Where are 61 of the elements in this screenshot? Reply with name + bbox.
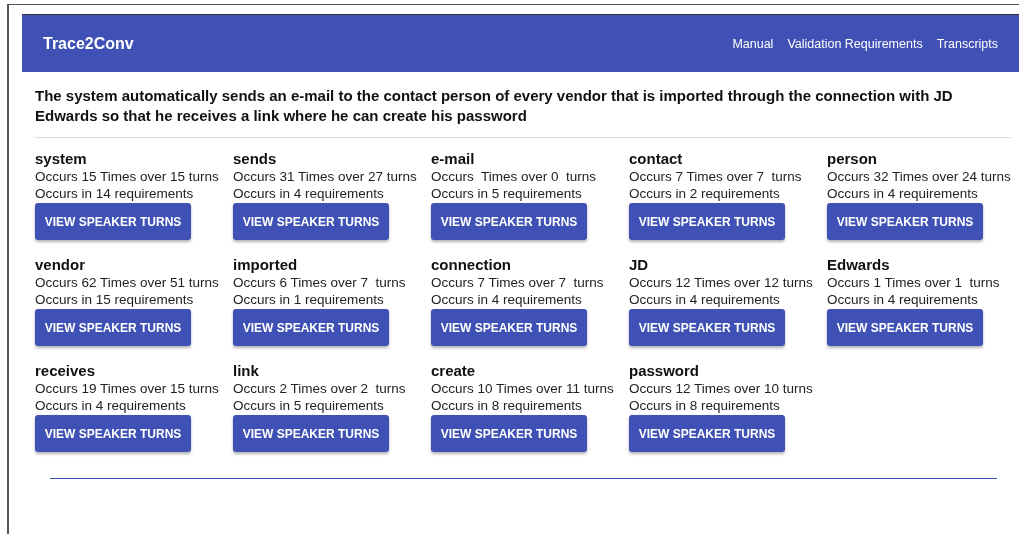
view-speaker-turns-button[interactable]: VIEW SPEAKER TURNS bbox=[827, 203, 983, 240]
view-speaker-turns-button[interactable]: VIEW SPEAKER TURNS bbox=[431, 415, 587, 452]
requirement-count: Occurs in 8 requirements bbox=[629, 397, 781, 414]
requirement-count: Occurs in 4 requirements bbox=[35, 397, 187, 414]
requirement-count: Occurs in 14 requirements bbox=[35, 185, 195, 202]
nav-link[interactable]: Transcripts bbox=[936, 36, 998, 51]
view-speaker-turns-button[interactable]: VIEW SPEAKER TURNS bbox=[233, 309, 389, 346]
word-title: person bbox=[827, 150, 877, 168]
word-title: link bbox=[233, 362, 259, 380]
view-speaker-turns-button[interactable]: VIEW SPEAKER TURNS bbox=[629, 415, 785, 452]
occurrence-count: Occurs 7 Times over 7 turns bbox=[629, 168, 803, 185]
view-speaker-turns-button[interactable]: VIEW SPEAKER TURNS bbox=[431, 309, 587, 346]
requirement-count: Occurs in 5 requirements bbox=[431, 185, 583, 202]
word-title: connection bbox=[431, 256, 511, 274]
requirement-count: Occurs in 4 requirements bbox=[431, 291, 583, 308]
requirement-count: Occurs in 5 requirements bbox=[233, 397, 385, 414]
view-speaker-turns-button[interactable]: VIEW SPEAKER TURNS bbox=[233, 415, 389, 452]
occurrence-count: Occurs 12 Times over 12 turns bbox=[629, 274, 813, 291]
occurrence-count: Occurs 19 Times over 15 turns bbox=[35, 380, 219, 397]
occurrence-count: Occurs 32 Times over 24 turns bbox=[827, 168, 1011, 185]
occurrence-count: Occurs 7 Times over 7 turns bbox=[431, 274, 605, 291]
requirement-count: Occurs in 4 requirements bbox=[233, 185, 385, 202]
occurrence-count: Occurs 12 Times over 10 turns bbox=[629, 380, 813, 397]
word-title: vendor bbox=[35, 256, 85, 274]
occurrence-count: Occurs 62 Times over 51 turns bbox=[35, 274, 219, 291]
occurrence-count: Occurs 1 Times over 1 turns bbox=[827, 274, 1001, 291]
word-title: imported bbox=[233, 256, 298, 274]
requirement-count: Occurs in 4 requirements bbox=[629, 291, 781, 308]
requirement-count: Occurs in 15 requirements bbox=[35, 291, 195, 308]
view-speaker-turns-button[interactable]: VIEW SPEAKER TURNS bbox=[35, 309, 191, 346]
word-title: receives bbox=[35, 362, 96, 380]
view-speaker-turns-button[interactable]: VIEW SPEAKER TURNS bbox=[629, 203, 785, 240]
occurrence-count: Occurs Times over 0 turns bbox=[431, 168, 598, 185]
word-title: system bbox=[35, 150, 87, 168]
app-title: Trace2Conv bbox=[43, 34, 134, 53]
requirement-count: Occurs in 8 requirements bbox=[431, 397, 583, 414]
word-title: contact bbox=[629, 150, 683, 168]
occurrence-count: Occurs 2 Times over 2 turns bbox=[233, 380, 407, 397]
requirement-count: Occurs in 1 requirements bbox=[233, 291, 385, 308]
word-title: JD bbox=[629, 256, 649, 274]
view-speaker-turns-button[interactable]: VIEW SPEAKER TURNS bbox=[35, 203, 191, 240]
word-title: sends bbox=[233, 150, 277, 168]
view-speaker-turns-button[interactable]: VIEW SPEAKER TURNS bbox=[233, 203, 389, 240]
requirement-count: Occurs in 4 requirements bbox=[827, 185, 979, 202]
requirement-sentence: The system automatically sends an e-mail to the contact person of every vendor that is imported through the connection with JD Edwards so that he receives a link where he can create his password bbox=[35, 86, 954, 126]
view-speaker-turns-button[interactable]: VIEW SPEAKER TURNS bbox=[431, 203, 587, 240]
nav-link[interactable]: Validation Requirements bbox=[787, 36, 923, 51]
word-title: create bbox=[431, 362, 476, 380]
occurrence-count: Occurs 31 Times over 27 turns bbox=[233, 168, 417, 185]
word-title: Edwards bbox=[827, 256, 890, 274]
requirement-count: Occurs in 4 requirements bbox=[827, 291, 979, 308]
occurrence-count: Occurs 15 Times over 15 turns bbox=[35, 168, 219, 185]
view-speaker-turns-button[interactable]: VIEW SPEAKER TURNS bbox=[35, 415, 191, 452]
view-speaker-turns-button[interactable]: VIEW SPEAKER TURNS bbox=[629, 309, 785, 346]
nav-link[interactable]: Manual bbox=[732, 36, 774, 51]
requirement-count: Occurs in 2 requirements bbox=[629, 185, 781, 202]
occurrence-count: Occurs 10 Times over 11 turns bbox=[431, 380, 615, 397]
word-title: password bbox=[629, 362, 700, 380]
occurrence-count: Occurs 6 Times over 7 turns bbox=[233, 274, 407, 291]
word-title: e-mail bbox=[431, 150, 475, 168]
view-speaker-turns-button[interactable]: VIEW SPEAKER TURNS bbox=[827, 309, 983, 346]
